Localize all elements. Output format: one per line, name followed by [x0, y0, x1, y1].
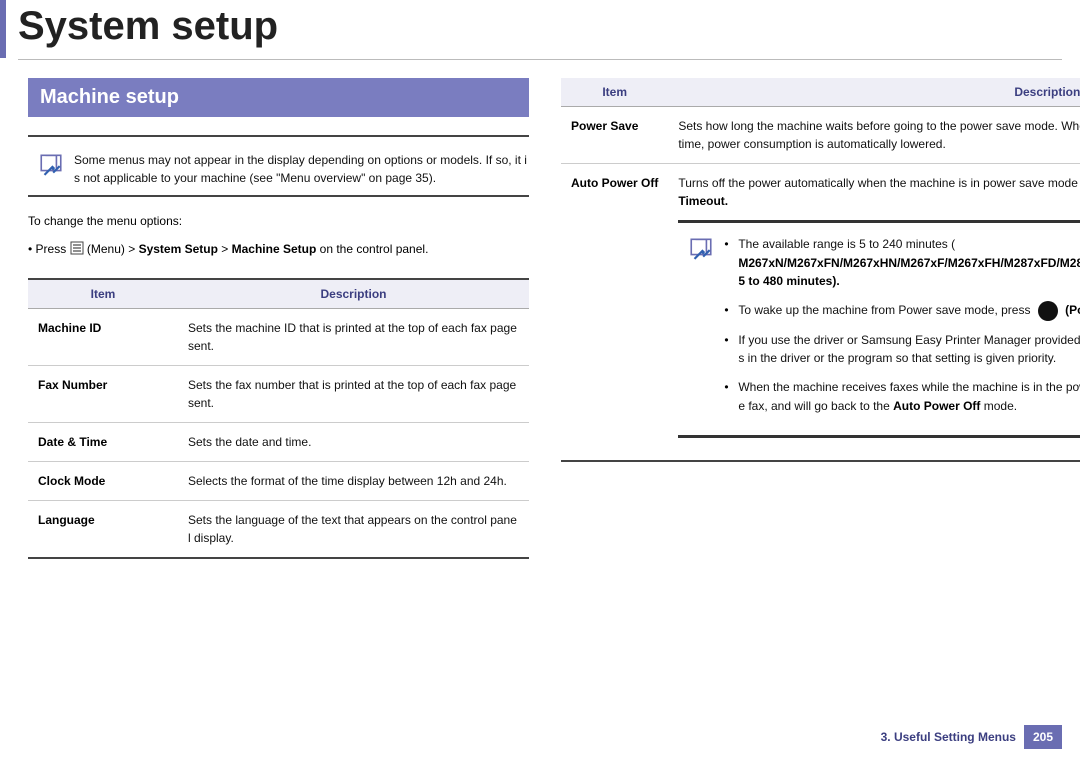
note-icon: [688, 235, 714, 266]
path-sep: >: [221, 242, 231, 256]
left-settings-table: Item Description Machine ID Sets the mac…: [28, 278, 529, 559]
path-machine-setup: Machine Setup: [232, 242, 317, 256]
menu-icon: [70, 241, 84, 255]
cell-item: Power Save: [561, 107, 668, 164]
change-instruction: To change the menu options: • Press (Men…: [28, 211, 529, 260]
tip-top-rule: [28, 135, 529, 137]
cell-item: Auto Power Off: [561, 164, 668, 462]
note-icon: [38, 151, 64, 182]
cell-item: Language: [28, 500, 178, 558]
list-item: To wake up the machine from Power save m…: [724, 301, 1080, 321]
power-button-icon: [1038, 301, 1058, 321]
note-bottom-rule: [678, 435, 1080, 438]
content-columns: Machine setup Some menus may not appear …: [0, 60, 1080, 559]
cell-desc: Sets the machine ID that is printed at t…: [178, 308, 529, 365]
page-number: 205: [1024, 725, 1062, 749]
cell-desc: Turns off the power automatically when t…: [668, 164, 1080, 462]
cell-item: Fax Number: [28, 365, 178, 422]
cell-desc: Sets how long the machine waits before g…: [668, 107, 1080, 164]
tip-block: Some menus may not appear in the display…: [38, 151, 529, 187]
table-row: Auto Power Off Turns off the power autom…: [561, 164, 1080, 462]
th-item: Item: [28, 279, 178, 309]
list-item: If you use the driver or Samsung Easy Pr…: [724, 331, 1080, 368]
section-heading: Machine setup: [28, 78, 529, 117]
path-suffix: on the control panel.: [320, 242, 429, 256]
cell-item: Clock Mode: [28, 461, 178, 500]
cell-desc: Sets the fax number that is printed at t…: [178, 365, 529, 422]
apo-prefix: Turns off the power automatically when t…: [678, 176, 1080, 190]
cell-item: Machine ID: [28, 308, 178, 365]
note-text: To wake up the machine from Power save m…: [738, 303, 1033, 317]
list-item: The available range is 5 to 240 minutes …: [724, 235, 1080, 291]
page-root: System setup Machine setup Some menus ma…: [0, 0, 1080, 763]
page-title: System setup: [18, 4, 1080, 49]
menu-label: (Menu) >: [87, 242, 139, 256]
left-column: Machine setup Some menus may not appear …: [28, 78, 529, 559]
th-desc: Description: [178, 279, 529, 309]
cell-item: Date & Time: [28, 422, 178, 461]
list-item: When the machine receives faxes while th…: [724, 378, 1080, 415]
note-block: The available range is 5 to 240 minutes …: [678, 235, 1080, 425]
note-bold: (Power/Wakeup): [1065, 303, 1080, 317]
note-top-rule: [678, 220, 1080, 223]
table-row: Language Sets the language of the text t…: [28, 500, 529, 558]
cell-desc: Selects the format of the time display b…: [178, 461, 529, 500]
footer-chapter: 3. Useful Setting Menus: [881, 730, 1016, 744]
table-row: Machine ID Sets the machine ID that is p…: [28, 308, 529, 365]
note-after: mode.: [984, 399, 1017, 413]
change-intro: To change the menu options:: [28, 211, 529, 231]
note-bold: M267xN/M267xFN/M267xHN/M267xF/M267xFH/M2…: [738, 256, 1080, 289]
tip-text: Some menus may not appear in the display…: [74, 151, 529, 187]
table-row: Power Save Sets how long the machine wai…: [561, 107, 1080, 164]
note-text: The available range is 5 to 240 minutes …: [738, 237, 955, 251]
right-settings-table: Item Description Power Save Sets how lon…: [561, 78, 1080, 462]
change-line: • Press (Menu) > System Setup > Machine …: [28, 239, 529, 259]
cell-desc: Sets the date and time.: [178, 422, 529, 461]
title-accent: [0, 0, 6, 58]
table-row: Clock Mode Selects the format of the tim…: [28, 461, 529, 500]
note-text: If you use the driver or Samsung Easy Pr…: [738, 333, 1080, 366]
tip-bottom-rule: [28, 195, 529, 197]
note-list: The available range is 5 to 240 minutes …: [724, 235, 1080, 425]
title-bar: System setup: [0, 0, 1080, 57]
th-item: Item: [561, 78, 668, 107]
note-bold: Auto Power Off: [893, 399, 980, 413]
footer: 3. Useful Setting Menus 205: [881, 725, 1062, 749]
table-row: Fax Number Sets the fax number that is p…: [28, 365, 529, 422]
table-row: Date & Time Sets the date and time.: [28, 422, 529, 461]
path-system-setup: System Setup: [139, 242, 218, 256]
bullet-prefix: • Press: [28, 242, 70, 256]
cell-desc: Sets the language of the text that appea…: [178, 500, 529, 558]
right-column: Item Description Power Save Sets how lon…: [561, 78, 1062, 559]
th-desc: Description: [668, 78, 1080, 107]
